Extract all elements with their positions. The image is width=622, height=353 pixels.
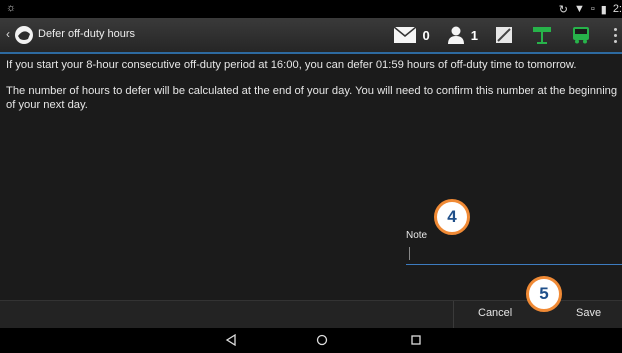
main-content: If you start your 8-hour consecutive off…	[0, 54, 622, 300]
users-button[interactable]: 1	[447, 26, 478, 44]
clock-text: 2:	[612, 3, 622, 15]
action-divider	[453, 301, 454, 329]
note-label: Note	[406, 230, 428, 241]
users-count: 1	[470, 27, 478, 43]
app-bar: ‹ Defer off-duty hours 0 1	[0, 18, 622, 54]
nav-back-button[interactable]	[223, 332, 239, 348]
save-button[interactable]: Save	[576, 307, 601, 319]
sign-button[interactable]	[532, 26, 552, 44]
status-bar: ☼ ↻ ▼ ▫ ▮ 2:	[0, 0, 622, 18]
page-title: Defer off-duty hours	[38, 28, 136, 40]
back-icon[interactable]: ‹	[6, 28, 14, 40]
circle-home-icon	[316, 334, 328, 346]
defer-info-text: If you start your 8-hour consecutive off…	[6, 59, 577, 71]
mail-icon	[393, 27, 416, 43]
step-badge-save: 5	[526, 276, 562, 312]
notification-icon: ☼	[6, 2, 17, 14]
note-input[interactable]	[406, 243, 622, 265]
bus-icon	[573, 27, 589, 44]
overflow-menu-icon[interactable]	[614, 27, 618, 43]
system-nav-bar	[0, 328, 622, 353]
step-badge-note: 4	[434, 199, 470, 235]
edit-icon	[496, 27, 512, 43]
nav-recents-button[interactable]	[408, 332, 424, 348]
rotation-icon: ↻	[558, 3, 568, 16]
calculation-info-text: The number of hours to defer will be cal…	[6, 85, 618, 111]
status-icons: ↻ ▼ ▫ ▮ 2:	[559, 1, 622, 17]
user-icon	[447, 26, 464, 44]
messages-count: 0	[422, 27, 430, 43]
triangle-back-icon	[225, 334, 236, 346]
cancel-button[interactable]: Cancel	[478, 307, 512, 319]
nav-home-button[interactable]	[314, 332, 330, 348]
battery-icon: ▮	[600, 3, 607, 16]
sign-post-icon	[533, 27, 551, 44]
edit-button[interactable]	[496, 27, 512, 43]
text-caret	[409, 247, 410, 260]
sim-icon: ▫	[590, 3, 595, 15]
app-logo-icon[interactable]	[14, 25, 34, 45]
vehicle-button[interactable]	[572, 26, 590, 44]
square-recents-icon	[411, 335, 421, 345]
messages-button[interactable]: 0	[393, 27, 430, 43]
wifi-icon: ▼	[573, 3, 585, 15]
